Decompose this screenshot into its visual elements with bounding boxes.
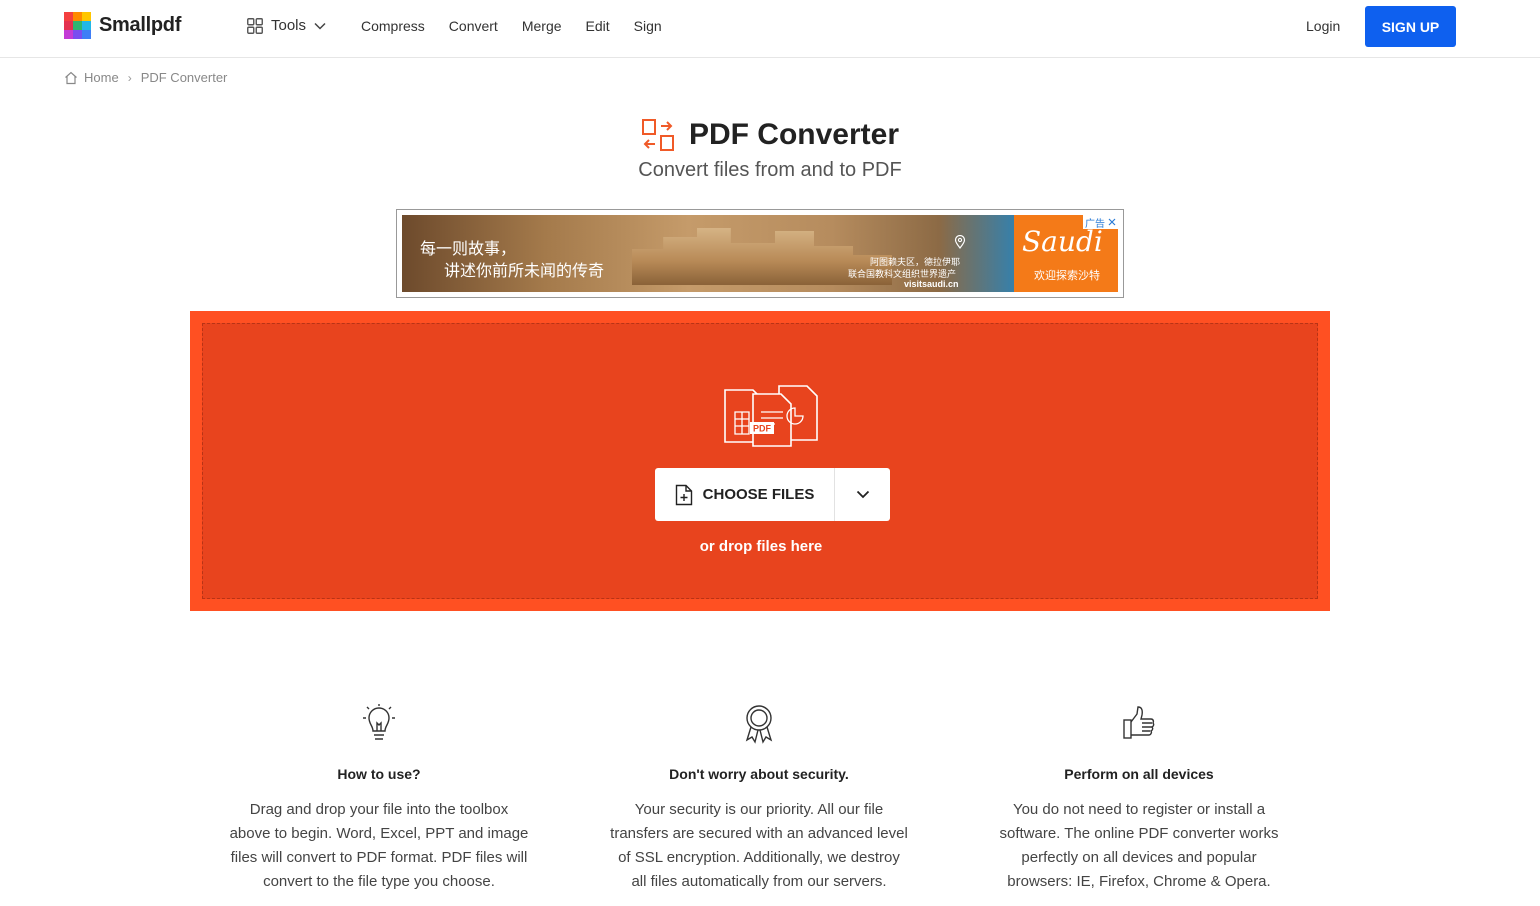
- file-dropzone[interactable]: PDF CHOOSE FILES or drop files here: [190, 311, 1330, 611]
- ad-caption-3: visitsaudi.cn: [904, 279, 959, 289]
- page-title: PDF Converter: [688, 118, 900, 151]
- feature-description: You do not need to register or install a…: [984, 798, 1294, 894]
- pdf-tag: PDF: [753, 424, 772, 434]
- smallpdf-logo-icon: [64, 12, 91, 39]
- choose-files-group: CHOOSE FILES: [655, 468, 890, 521]
- feature-text-line: files will convert to PDF format. PDF fi…: [230, 849, 528, 866]
- breadcrumb-separator: ›: [127, 70, 132, 85]
- choose-files-button[interactable]: CHOOSE FILES: [655, 468, 835, 521]
- feature-text-line: convert to the file type you choose.: [263, 873, 495, 890]
- tools-menu-button[interactable]: Tools: [247, 17, 326, 34]
- ad-badge[interactable]: 广告: [1083, 215, 1118, 230]
- nav-compress[interactable]: Compress: [361, 18, 425, 34]
- feature-security: Don't worry about security. Your securit…: [604, 704, 914, 894]
- dropzone-inner[interactable]: PDF CHOOSE FILES or drop files here: [202, 323, 1318, 599]
- nav-sign[interactable]: Sign: [634, 18, 662, 34]
- nav-edit[interactable]: Edit: [586, 18, 610, 34]
- feature-text-line: perfectly on all devices and popular: [1021, 849, 1257, 866]
- feature-text-line: above to begin. Word, Excel, PPT and ima…: [229, 825, 529, 842]
- award-ribbon-icon: [745, 705, 773, 744]
- drop-hint: or drop files here: [699, 538, 823, 555]
- feature-text-line: browsers: IE, Firefox, Chrome & Opera.: [1007, 873, 1271, 890]
- feature-text-line: Drag and drop your file into the toolbox: [249, 801, 509, 818]
- home-icon: [65, 71, 77, 84]
- feature-title: Perform on all devices: [1064, 766, 1214, 782]
- lightbulb-icon: [363, 704, 395, 740]
- convert-arrows-icon: [641, 119, 674, 151]
- page-subtitle: Convert files from and to PDF: [638, 159, 902, 181]
- feature-text-line: software. The online PDF converter works: [999, 825, 1279, 842]
- logo-text: Smallpdf: [99, 14, 182, 36]
- signup-button[interactable]: SIGN UP: [1365, 6, 1456, 47]
- main-nav: Compress Convert Merge Edit Sign: [361, 18, 662, 34]
- tools-label: Tools: [271, 17, 307, 34]
- breadcrumb: Home › PDF Converter: [64, 70, 227, 85]
- feature-how-to-use: How to use? Drag and drop your file into…: [224, 704, 534, 894]
- chevron-down-icon: [856, 490, 869, 499]
- files-stack-icon: PDF: [724, 385, 818, 447]
- feature-title: Don't worry about security.: [669, 766, 849, 782]
- add-file-icon: [675, 484, 692, 505]
- ad-brand-sub: 欢迎探索沙特: [1034, 270, 1100, 282]
- thumbs-up-icon: [1123, 706, 1155, 739]
- advertisement-banner[interactable]: 每一则故事， 讲述你前所未闻的传奇 阿图赖夫区，德拉伊耶 联合国教科文组织世界遗…: [396, 209, 1124, 298]
- choose-files-dropdown-button[interactable]: [835, 468, 890, 521]
- login-link[interactable]: Login: [1306, 18, 1340, 34]
- breadcrumb-home[interactable]: Home: [84, 70, 119, 85]
- ad-badge-label: 广告: [1085, 218, 1105, 230]
- ad-brand-name: Saudi: [1022, 225, 1103, 258]
- feature-text-line: of SSL encryption. Additionally, we dest…: [618, 849, 900, 866]
- feature-text-line: You do not need to register or install a: [1012, 801, 1266, 818]
- feature-description: Drag and drop your file into the toolbox…: [224, 798, 534, 894]
- feature-title: How to use?: [337, 766, 421, 782]
- ad-headline-2: 讲述你前所未闻的传奇: [444, 263, 605, 280]
- ad-headline-1: 每一则故事，: [420, 241, 517, 258]
- feature-text-line: all files automatically from our servers…: [631, 873, 887, 890]
- ad-image: 每一则故事， 讲述你前所未闻的传奇 阿图赖夫区，德拉伊耶 联合国教科文组织世界遗…: [402, 215, 1118, 292]
- feature-text-line: Your security is our priority. All our f…: [634, 801, 884, 818]
- top-header: Smallpdf Tools Compress Convert Merge Ed…: [0, 0, 1540, 58]
- nav-merge[interactable]: Merge: [522, 18, 562, 34]
- location-pin-icon: [954, 235, 966, 249]
- grid-icon: [247, 17, 263, 34]
- nav-convert[interactable]: Convert: [449, 18, 498, 34]
- page-title-row: PDF Converter: [0, 118, 1540, 152]
- chevron-down-icon: [314, 22, 326, 30]
- logo-link[interactable]: Smallpdf: [64, 12, 181, 39]
- breadcrumb-current: PDF Converter: [140, 70, 228, 85]
- feature-devices: Perform on all devices You do not need t…: [984, 704, 1294, 894]
- feature-text-line: transfers are secured with an advanced l…: [610, 825, 908, 842]
- choose-files-label: CHOOSE FILES: [702, 486, 815, 503]
- feature-description: Your security is our priority. All our f…: [604, 798, 914, 894]
- close-icon[interactable]: [1108, 218, 1116, 226]
